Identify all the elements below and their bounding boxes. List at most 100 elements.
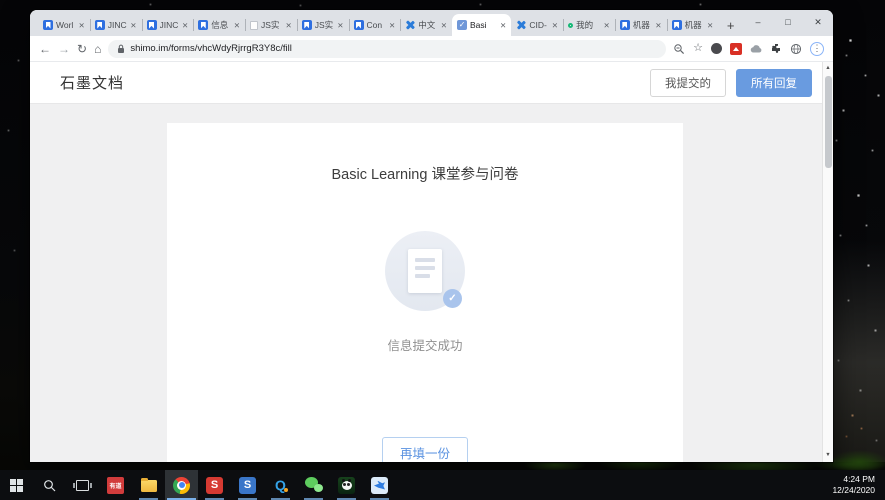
- browser-tab[interactable]: 机器 ✕: [666, 14, 719, 36]
- tab-close-icon[interactable]: ✕: [500, 21, 506, 30]
- form-check-favicon: [457, 20, 467, 30]
- tab-close-icon[interactable]: ✕: [552, 21, 558, 30]
- browser-tab[interactable]: JS实 ✕: [296, 14, 349, 36]
- all-responses-button[interactable]: 所有回复: [736, 68, 812, 97]
- form-card: Basic Learning 课堂参与问卷 ✓ 信息提交成功 再填一份: [167, 123, 683, 462]
- tab-title: 中文: [418, 20, 436, 30]
- adobe-pdf-icon[interactable]: [730, 42, 742, 55]
- browser-tab[interactable]: Worl ✕: [38, 14, 90, 36]
- taskbar-item-panda-app[interactable]: [330, 470, 363, 500]
- puzzle-extensions-icon[interactable]: [771, 43, 782, 54]
- window-controls: – □ ✕: [743, 10, 833, 34]
- shimo-favicon: [353, 20, 364, 30]
- taskbar-item-explorer[interactable]: [132, 470, 165, 500]
- tab-close-icon[interactable]: ✕: [655, 21, 661, 30]
- tab-close-icon[interactable]: ✕: [130, 21, 136, 30]
- tab-close-icon[interactable]: ✕: [389, 21, 395, 30]
- back-icon[interactable]: ←: [39, 43, 51, 55]
- document-favicon: [250, 20, 258, 30]
- browser-tab[interactable]: 中文 ✕: [400, 14, 452, 36]
- browser-toolbar: ← → ↻ ⌂ shimo.im/forms/vhcWdyRjrrgR3Y8c/…: [30, 36, 833, 62]
- bookmark-star-icon[interactable]: ☆: [693, 43, 703, 54]
- scroll-down-icon[interactable]: ▼: [825, 449, 830, 463]
- tab-close-icon[interactable]: ✕: [707, 21, 713, 30]
- header-buttons: 我提交的 所有回复: [650, 68, 812, 97]
- home-icon[interactable]: ⌂: [94, 43, 101, 55]
- zoom-icon[interactable]: [673, 43, 685, 55]
- windows-logo-icon: [10, 478, 23, 492]
- tab-title: 我的: [576, 20, 594, 30]
- blue-s-app-icon: S: [239, 476, 256, 494]
- clock-date: 12/24/2020: [832, 485, 875, 495]
- taskbar-item-bird-app[interactable]: [363, 470, 396, 500]
- extension-circle-icon[interactable]: [711, 43, 722, 54]
- my-submissions-button[interactable]: 我提交的: [650, 68, 726, 97]
- taskbar-item-app-s-red[interactable]: S: [198, 470, 231, 500]
- tab-title: JINC: [107, 20, 127, 30]
- browser-tab[interactable]: 我的 ✕: [563, 14, 615, 36]
- wallpaper-vegetation: [833, 438, 885, 470]
- scrollbar-thumb[interactable]: [824, 75, 832, 168]
- taskbar-item-chrome[interactable]: [165, 470, 198, 500]
- minimize-button[interactable]: –: [743, 10, 773, 34]
- tab-close-icon[interactable]: ✕: [441, 21, 447, 30]
- browser-tab[interactable]: JINC ✕: [141, 14, 194, 36]
- green-ring-favicon: [568, 22, 574, 28]
- doc-line: [415, 266, 435, 270]
- scroll-up-icon[interactable]: ▲: [825, 62, 830, 76]
- taskbar-item-youdao[interactable]: 有道: [99, 470, 132, 500]
- browser-tab[interactable]: JINC ✕: [89, 14, 142, 36]
- taskbar-item-q-app[interactable]: Q: [264, 470, 297, 500]
- tab-title: CID-: [529, 20, 547, 30]
- taskbar-search-button[interactable]: [33, 470, 66, 500]
- tab-close-icon[interactable]: ✕: [285, 21, 291, 30]
- tab-close-icon[interactable]: ✕: [182, 21, 188, 30]
- tab-close-icon[interactable]: ✕: [604, 21, 610, 30]
- chrome-menu-icon[interactable]: ⋮: [810, 41, 824, 56]
- refill-form-button[interactable]: 再填一份: [382, 437, 468, 462]
- address-bar[interactable]: shimo.im/forms/vhcWdyRjrrgR3Y8c/fill: [108, 39, 667, 58]
- taskbar-item-app-s-blue[interactable]: S: [231, 470, 264, 500]
- browser-window: Worl ✕ JINC ✕ JINC ✕ 信息 ✕ JS实 ✕ JS实 ✕ Co…: [30, 10, 833, 462]
- browser-tab[interactable]: Con ✕: [348, 14, 401, 36]
- shimo-favicon: [619, 20, 630, 30]
- browser-tab[interactable]: JS实 ✕: [245, 14, 297, 36]
- panda-app-icon: [338, 476, 355, 494]
- browser-tab[interactable]: CID- ✕: [511, 14, 563, 36]
- wechat-icon: [304, 477, 323, 493]
- globe-grid-icon[interactable]: [790, 43, 802, 55]
- lock-icon: [117, 44, 125, 54]
- form-page-body: Basic Learning 课堂参与问卷 ✓ 信息提交成功 再填一份: [30, 105, 822, 462]
- tab-close-icon[interactable]: ✕: [234, 21, 240, 30]
- form-title: Basic Learning 课堂参与问卷: [331, 167, 519, 183]
- x-app-favicon: [516, 20, 526, 30]
- browser-tab[interactable]: 信息 ✕: [193, 14, 245, 36]
- task-view-button[interactable]: [66, 470, 99, 500]
- red-s-app-icon: S: [206, 476, 223, 494]
- wallpaper-stars: [0, 0, 1, 1]
- forward-icon[interactable]: →: [58, 43, 70, 55]
- start-button[interactable]: [0, 470, 33, 500]
- bird-app-icon: [371, 476, 388, 494]
- browser-tab[interactable]: 机器 ✕: [614, 14, 667, 36]
- taskbar-clock[interactable]: 4:24 PM 12/24/2020: [832, 470, 885, 500]
- tab-close-icon[interactable]: ✕: [337, 21, 343, 30]
- browser-tab-active[interactable]: Basi ✕: [452, 14, 512, 36]
- windows-taskbar: 有道 S S Q 4:24 PM 12/24/2020: [0, 470, 885, 500]
- tab-close-icon[interactable]: ✕: [78, 21, 84, 30]
- page-scrollbar[interactable]: ▲ ▼: [822, 62, 833, 462]
- reload-icon[interactable]: ↻: [77, 43, 87, 55]
- tab-title: Basi: [470, 20, 487, 30]
- tab-title: Con: [366, 20, 383, 30]
- new-tab-button[interactable]: +: [718, 14, 743, 36]
- youdao-icon: 有道: [107, 476, 124, 494]
- task-view-icon: [73, 479, 92, 491]
- tab-title: 机器: [632, 20, 650, 30]
- taskbar-item-wechat[interactable]: [297, 470, 330, 500]
- cloud-icon[interactable]: [750, 44, 763, 54]
- close-button[interactable]: ✕: [803, 10, 833, 34]
- tab-title: JINC: [159, 20, 179, 30]
- maximize-button[interactable]: □: [773, 10, 803, 34]
- doc-line: [415, 258, 435, 262]
- tab-title: Worl: [56, 20, 74, 30]
